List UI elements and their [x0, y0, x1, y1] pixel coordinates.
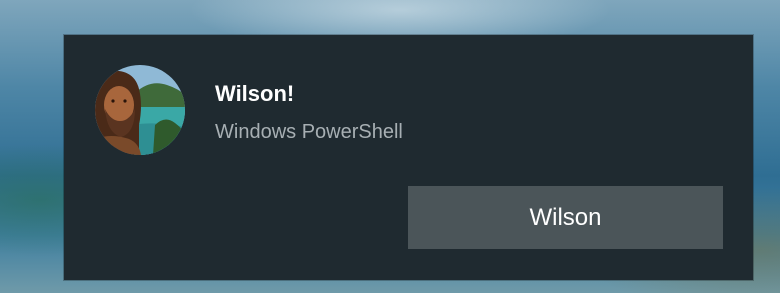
- notification-app-name: Windows PowerShell: [215, 121, 403, 143]
- wilson-action-button[interactable]: Wilson: [408, 186, 723, 249]
- user-avatar-icon: [95, 65, 185, 155]
- toast-notification[interactable]: Wilson! Windows PowerShell Wilson: [64, 35, 753, 280]
- notification-title: Wilson!: [215, 81, 295, 106]
